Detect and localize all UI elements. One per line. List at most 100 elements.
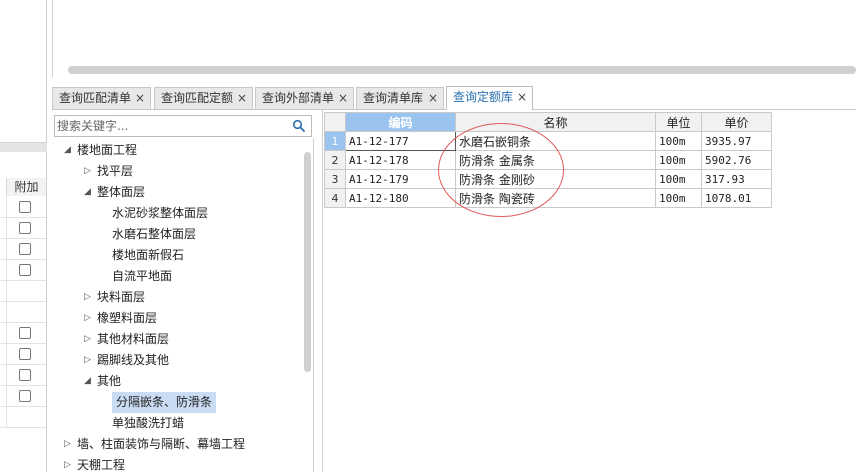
- tree-item[interactable]: 水磨石整体面层: [52, 224, 302, 245]
- extra-checkbox[interactable]: [19, 348, 31, 360]
- collapse-arrow-icon[interactable]: ◢: [84, 371, 94, 392]
- column-header-price[interactable]: 单价: [701, 112, 772, 132]
- tree-item[interactable]: ▷ 块料面层: [52, 287, 302, 308]
- row-number[interactable]: 4: [324, 188, 346, 208]
- table-row[interactable]: 2 A1-12-178 防滑条 金属条 100m 5902.76: [324, 150, 772, 170]
- extra-checkbox[interactable]: [19, 201, 31, 213]
- row-divider: [6, 260, 7, 281]
- row-divider: [6, 407, 7, 428]
- tab-query-quota-library[interactable]: 查询定额库 ×: [446, 86, 533, 110]
- tab-query-matching-list[interactable]: 查询匹配清单 ×: [52, 87, 151, 109]
- row-divider: [6, 344, 7, 365]
- cell-name[interactable]: 防滑条 金刚砂: [455, 169, 656, 189]
- left-grid-row: [0, 323, 46, 344]
- left-grid-row: [0, 260, 46, 281]
- expand-arrow-icon[interactable]: ▷: [64, 434, 74, 455]
- row-divider: [6, 323, 7, 344]
- cell-code[interactable]: A1-12-180: [345, 188, 456, 208]
- cell-name[interactable]: 防滑条 金属条: [455, 150, 656, 170]
- tab-label: 查询定额库: [453, 90, 514, 104]
- tree-scrollbar-thumb[interactable]: [304, 152, 311, 372]
- tree-item[interactable]: ▷ 踢脚线及其他: [52, 350, 302, 371]
- left-grid-row: [0, 365, 46, 386]
- cell-name[interactable]: 防滑条 陶瓷砖: [455, 188, 656, 208]
- tree-item-label: 橡塑料面层: [97, 311, 158, 325]
- tree-item[interactable]: ▷ 找平层: [52, 161, 302, 182]
- row-number[interactable]: 3: [324, 169, 346, 189]
- cell-unit[interactable]: 100m: [655, 188, 702, 208]
- close-icon[interactable]: ×: [237, 88, 247, 109]
- extra-checkbox[interactable]: [19, 264, 31, 276]
- table-row[interactable]: 4 A1-12-180 防滑条 陶瓷砖 100m 1078.01: [324, 188, 772, 208]
- left-grid-row: [0, 218, 46, 239]
- tree-item-label: 分隔嵌条、防滑条: [112, 392, 217, 413]
- tab-query-matching-quota[interactable]: 查询匹配定额 ×: [154, 87, 253, 109]
- extra-checkbox[interactable]: [19, 369, 31, 381]
- close-icon[interactable]: ×: [135, 88, 145, 109]
- tree-item[interactable]: ◢ 整体面层: [52, 182, 302, 203]
- cell-unit[interactable]: 100m: [655, 150, 702, 170]
- expand-arrow-icon[interactable]: ▷: [84, 287, 94, 308]
- row-number[interactable]: 1: [324, 131, 346, 151]
- left-grid-panel: 附加: [0, 0, 47, 472]
- cell-unit[interactable]: 100m: [655, 169, 702, 189]
- expand-arrow-icon[interactable]: ▷: [84, 329, 94, 350]
- tree-item[interactable]: ▷ 墙、柱面装饰与隔断、幕墙工程: [52, 434, 302, 455]
- tree-item[interactable]: ◢ 楼地面工程: [52, 140, 302, 161]
- expand-arrow-icon[interactable]: ▷: [64, 455, 74, 472]
- collapse-arrow-icon[interactable]: ◢: [84, 182, 94, 203]
- tree-item[interactable]: ▷ 橡塑料面层: [52, 308, 302, 329]
- cell-unit[interactable]: 100m: [655, 131, 702, 151]
- expand-arrow-icon[interactable]: ▷: [84, 350, 94, 371]
- extra-checkbox[interactable]: [19, 390, 31, 402]
- tab-query-list-library[interactable]: 查询清单库 ×: [356, 87, 444, 109]
- extra-checkbox[interactable]: [19, 327, 31, 339]
- table-header-row: 编码 名称 单位 单价: [324, 112, 772, 132]
- tree-item-label: 找平层: [97, 164, 134, 178]
- extra-checkbox[interactable]: [19, 222, 31, 234]
- close-icon[interactable]: ×: [338, 88, 348, 109]
- cell-code[interactable]: A1-12-178: [345, 150, 456, 170]
- tree-item[interactable]: 分隔嵌条、防滑条: [52, 392, 302, 413]
- cell-price[interactable]: 3935.97: [701, 131, 772, 151]
- cell-price[interactable]: 5902.76: [701, 150, 772, 170]
- search-input[interactable]: [57, 117, 285, 135]
- tree-item[interactable]: ◢ 其他: [52, 371, 302, 392]
- left-grid-header-strip: [0, 142, 47, 152]
- quota-table: 编码 名称 单位 单价 1 A1-12-177 水磨石嵌铜条 100m 3935…: [324, 112, 772, 208]
- table-row[interactable]: 3 A1-12-179 防滑条 金刚砂 100m 317.93: [324, 169, 772, 189]
- cell-name[interactable]: 水磨石嵌铜条: [455, 131, 656, 151]
- tree-item[interactable]: ▷ 其他材料面层: [52, 329, 302, 350]
- column-header-name[interactable]: 名称: [455, 112, 656, 132]
- tree-item[interactable]: 水泥砂浆整体面层: [52, 203, 302, 224]
- row-number-header: [324, 112, 346, 132]
- tree-item[interactable]: 自流平地面: [52, 266, 302, 287]
- expand-arrow-icon[interactable]: ▷: [84, 161, 94, 182]
- close-icon[interactable]: ×: [428, 88, 438, 109]
- tree-item[interactable]: 单独酸洗打蜡: [52, 413, 302, 434]
- table-row[interactable]: 1 A1-12-177 水磨石嵌铜条 100m 3935.97: [324, 131, 772, 151]
- cell-code[interactable]: A1-12-177: [345, 131, 456, 151]
- column-header-unit[interactable]: 单位: [655, 112, 702, 132]
- horizontal-scrollbar[interactable]: [68, 66, 856, 74]
- cell-price[interactable]: 317.93: [701, 169, 772, 189]
- expand-arrow-icon[interactable]: ▷: [84, 308, 94, 329]
- tree-item[interactable]: 楼地面新假石: [52, 245, 302, 266]
- close-icon[interactable]: ×: [517, 87, 527, 108]
- column-header-code[interactable]: 编码: [345, 112, 456, 132]
- tab-label: 查询外部清单: [262, 91, 335, 105]
- collapse-arrow-icon[interactable]: ◢: [64, 140, 74, 161]
- tree-item[interactable]: ▷ 天棚工程: [52, 455, 302, 472]
- row-number[interactable]: 2: [324, 150, 346, 170]
- cell-price[interactable]: 1078.01: [701, 188, 772, 208]
- search-box: [54, 115, 312, 137]
- tab-query-external-list[interactable]: 查询外部清单 ×: [255, 87, 354, 109]
- extra-checkbox[interactable]: [19, 243, 31, 255]
- cell-code[interactable]: A1-12-179: [345, 169, 456, 189]
- tab-label: 查询匹配定额: [161, 91, 234, 105]
- row-divider: [6, 197, 7, 218]
- row-divider: [6, 281, 7, 302]
- search-icon[interactable]: [292, 119, 306, 133]
- tree-item-label: 天棚工程: [77, 458, 126, 472]
- left-grid-row: [0, 407, 46, 428]
